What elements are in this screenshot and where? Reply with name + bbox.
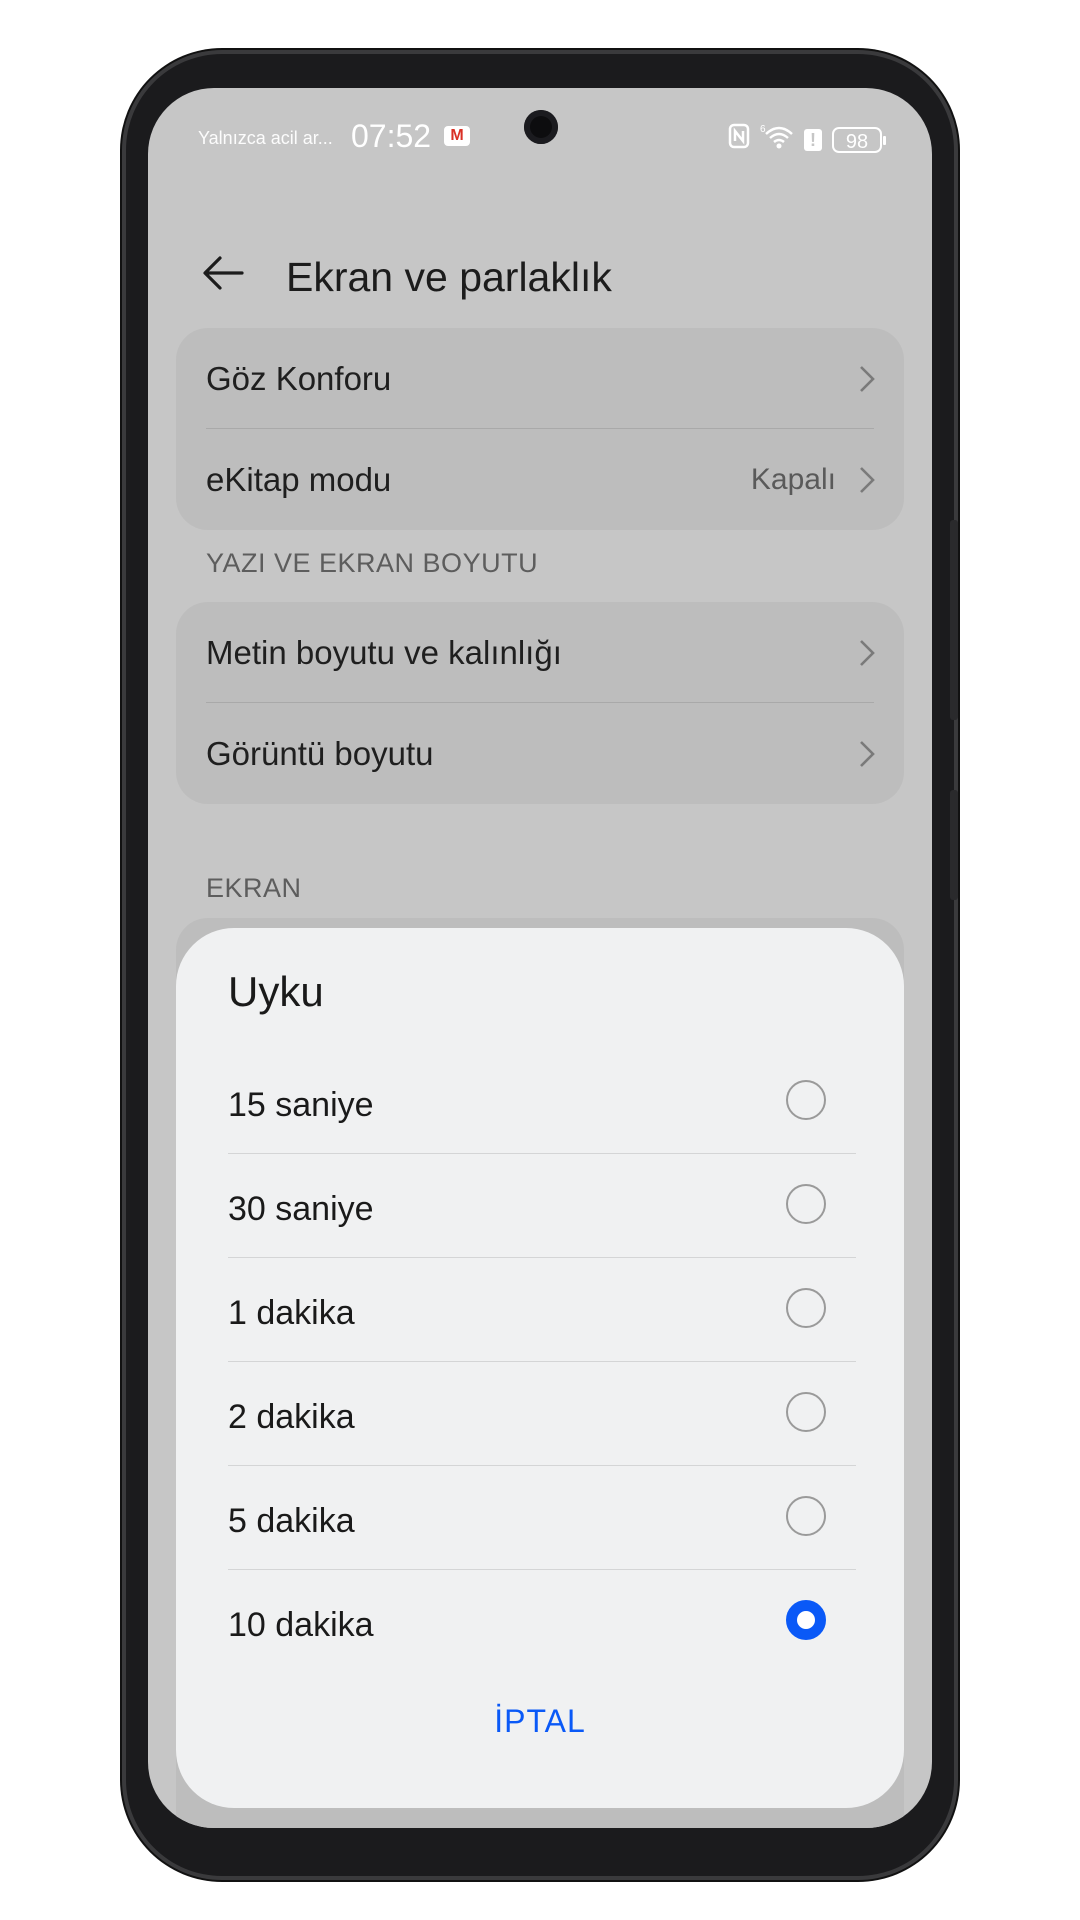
chevron-right-icon [860,366,875,392]
radio-button[interactable] [786,1392,826,1432]
row-label: Göz Konforu [206,360,392,397]
app-header: Ekran ve parlaklık [148,228,932,318]
radio-button[interactable] [786,1184,826,1224]
battery-icon: 98 [832,126,886,153]
option-15-seconds[interactable]: 15 saniye [228,1050,856,1152]
radio-button[interactable] [786,1496,826,1536]
ebook-mode-row[interactable]: eKitap modu Kapalı [176,429,904,529]
option-label: 15 saniye [228,1086,374,1124]
nfc-icon [728,123,750,156]
row-label: Metin boyutu ve kalınlığı [206,634,562,671]
wifi-superscript: 6 [760,124,766,135]
radio-button-selected[interactable] [786,1600,826,1640]
row-value: Kapalı [750,463,836,496]
option-10-minutes[interactable]: 10 dakika [228,1570,856,1672]
screen: Yalnızca acil ar... 07:52 M 6 ! 98 Ekran… [148,88,932,1828]
back-arrow-icon[interactable] [200,250,246,296]
volume-button [950,520,958,720]
option-1-minute[interactable]: 1 dakika [228,1258,856,1360]
option-2-minutes[interactable]: 2 dakika [228,1362,856,1464]
status-icons: 6 ! 98 [728,122,886,157]
option-label: 10 dakika [228,1606,374,1644]
eye-comfort-row[interactable]: Göz Konforu [176,328,904,428]
section-header-display: EKRAN [206,873,302,903]
sleep-dialog: Uyku 15 saniye 30 saniye 1 dakika 2 daki… [176,928,904,1808]
text-size-row[interactable]: Metin boyutu ve kalınlığı [176,602,904,702]
option-30-seconds[interactable]: 30 saniye [228,1154,856,1256]
row-label: Görüntü boyutu [206,735,434,772]
wifi-icon: 6 [760,122,794,157]
section-header-text-size: YAZI VE EKRAN BOYUTU [206,548,539,578]
radio-button[interactable] [786,1288,826,1328]
option-label: 2 dakika [228,1398,355,1436]
settings-card-size: Metin boyutu ve kalınlığı Görüntü boyutu [176,602,904,804]
row-label: eKitap modu [206,461,392,498]
notification-text: Yalnızca acil ar... [198,128,333,148]
option-label: 30 saniye [228,1190,374,1228]
alert-icon: ! [804,128,822,151]
display-size-row[interactable]: Görüntü boyutu [176,703,904,803]
option-label: 5 dakika [228,1502,355,1540]
option-label: 1 dakika [228,1294,355,1332]
settings-card-eye: Göz Konforu eKitap modu Kapalı [176,328,904,530]
chevron-right-icon [860,467,875,493]
front-camera [524,110,558,144]
radio-button[interactable] [786,1080,826,1120]
gmail-icon: M [444,126,470,146]
dialog-title: Uyku [228,968,324,1015]
chevron-right-icon [860,640,875,666]
page-title: Ekran ve parlaklık [286,254,612,300]
option-5-minutes[interactable]: 5 dakika [228,1466,856,1568]
clock: 07:52 [351,118,432,154]
cancel-button[interactable]: İPTAL [176,1703,904,1740]
chevron-right-icon [860,741,875,767]
power-button [950,790,958,900]
